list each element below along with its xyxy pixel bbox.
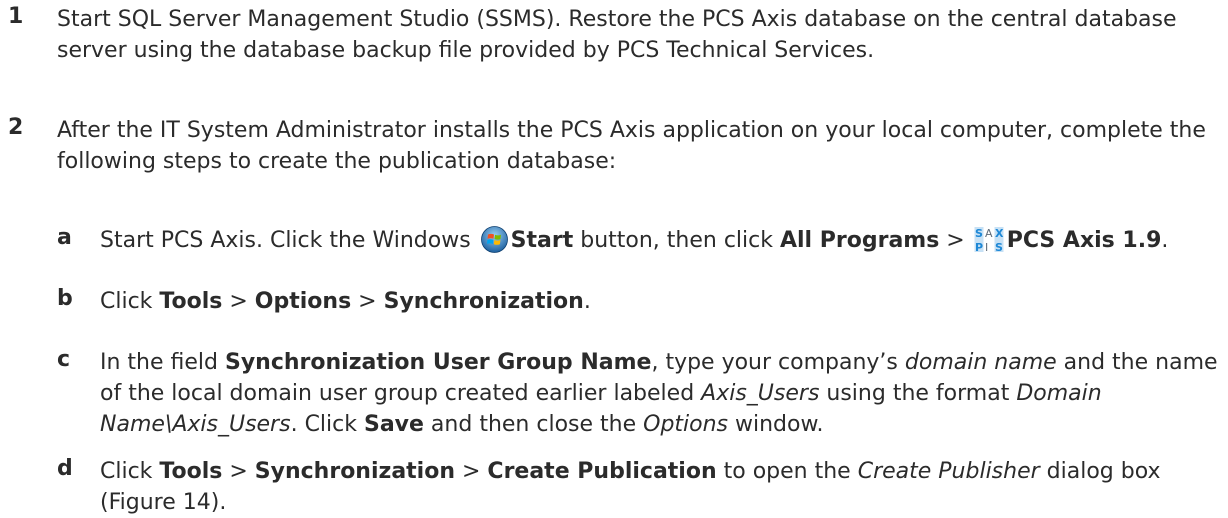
step-number: 2	[8, 115, 24, 140]
substep-text: In the field Synchronization User Group …	[100, 350, 1218, 437]
save-button-label: Save	[363, 412, 424, 437]
synchronization-label: Synchronization	[383, 289, 584, 314]
windows-start-orb-icon	[480, 226, 508, 253]
synchronization-label: Synchronization	[254, 459, 455, 484]
axis-users-term: Axis_Users	[701, 381, 820, 406]
pcs-axis-program-label: PCS Axis 1.9	[1006, 228, 1162, 253]
all-programs-label: All Programs	[779, 228, 940, 253]
svg-text:I: I	[985, 241, 988, 253]
options-window-term: Options	[643, 412, 729, 437]
step-number: 1	[8, 4, 24, 29]
substep-letter: d	[57, 456, 73, 481]
step-text: After the IT System Administrator instal…	[57, 118, 1206, 174]
create-publisher-dialog-term: Create Publisher	[857, 459, 1040, 484]
field-name-label: Synchronization User Group Name	[225, 350, 652, 375]
substep-letter: c	[57, 347, 71, 372]
options-menu-label: Options	[254, 289, 352, 314]
tools-menu-label: Tools	[159, 289, 223, 314]
start-button-label: Start	[510, 228, 574, 253]
tools-menu-label: Tools	[159, 459, 223, 484]
step-text: Start SQL Server Management Studio (SSMS…	[57, 7, 1177, 63]
domain-name-term: domain name	[904, 350, 1057, 375]
pcs-axis-logo-icon: S A X P I S	[973, 226, 1004, 254]
substep-letter: b	[57, 286, 73, 311]
substep-text: Click Tools > Options > Synchronization.	[100, 289, 591, 314]
substep-letter: a	[57, 225, 72, 250]
substep-text: Start PCS Axis. Click the Windows Start …	[100, 226, 1169, 254]
svg-text:A: A	[985, 227, 993, 240]
create-publication-label: Create Publication	[487, 459, 717, 484]
substep-text: Click Tools > Synchronization > Create P…	[100, 459, 1161, 515]
